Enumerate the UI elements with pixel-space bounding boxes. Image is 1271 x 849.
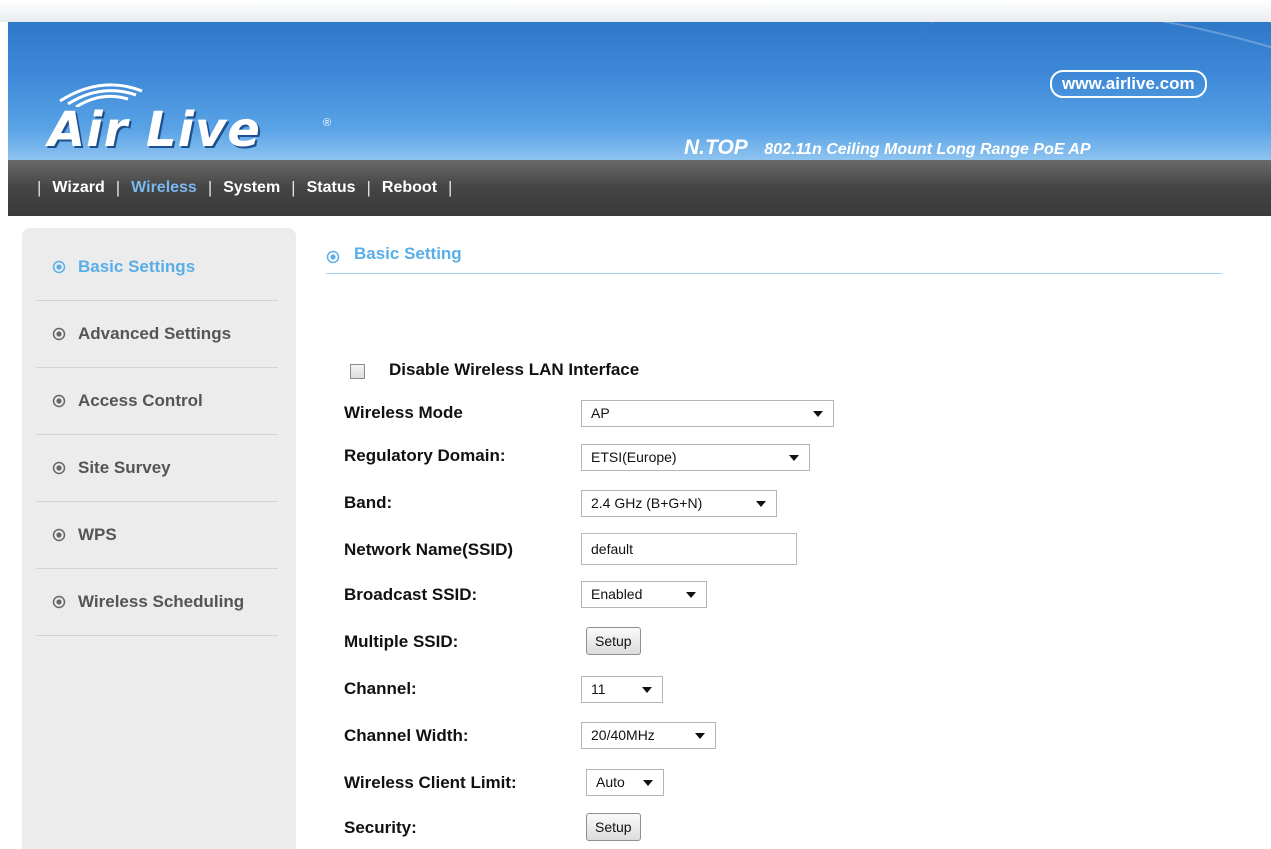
wireless-mode-label: Wireless Mode: [344, 403, 463, 422]
broadcast-ssid-value: Enabled: [591, 586, 643, 602]
regulatory-domain-value: ETSI(Europe): [591, 449, 677, 465]
disable-wlan-label: Disable Wireless LAN Interface: [389, 360, 640, 379]
wireless-mode-value: AP: [591, 405, 610, 421]
top-strip: [0, 0, 1271, 22]
sidebar-item-access-control[interactable]: Access Control: [36, 368, 278, 435]
airlive-logo: Air Live: [48, 102, 261, 158]
regulatory-domain-label: Regulatory Domain:: [344, 446, 506, 465]
security-label: Security:: [344, 818, 417, 837]
nav-item-system[interactable]: System: [223, 179, 280, 197]
broadcast-ssid-label: Broadcast SSID:: [344, 585, 478, 604]
radio-bullet-icon: [326, 250, 340, 264]
security-setup-button[interactable]: Setup: [586, 813, 641, 841]
radio-bullet-icon: [52, 327, 66, 341]
main-nav: | Wizard | Wireless | System | Status | …: [8, 160, 1271, 216]
sidebar: Basic Settings Advanced Settings Access …: [22, 228, 296, 849]
nav-separator: |: [448, 178, 453, 197]
chevron-down-icon: [789, 455, 799, 461]
band-select[interactable]: 2.4 GHz (B+G+N): [581, 490, 777, 517]
channel-label: Channel:: [344, 679, 417, 698]
sidebar-item-label: Site Survey: [78, 458, 171, 477]
radio-bullet-icon: [52, 394, 66, 408]
sidebar-item-label: Advanced Settings: [78, 324, 232, 343]
sidebar-item-wireless-scheduling[interactable]: Wireless Scheduling: [36, 569, 278, 636]
nav-separator: |: [366, 178, 371, 197]
channel-select[interactable]: 11: [581, 676, 663, 703]
chevron-down-icon: [686, 592, 696, 598]
nav-separator: |: [291, 178, 296, 197]
broadcast-ssid-select[interactable]: Enabled: [581, 581, 707, 608]
chevron-down-icon: [695, 733, 705, 739]
nav-separator: |: [37, 178, 42, 197]
header-banner: Air Live ® www.airlive.com N.TOP 802.11n…: [8, 22, 1271, 160]
disable-wlan-checkbox[interactable]: [350, 364, 365, 379]
website-link[interactable]: www.airlive.com: [1050, 70, 1207, 98]
multiple-ssid-label: Multiple SSID:: [344, 632, 459, 651]
chevron-down-icon: [813, 411, 823, 417]
client-limit-label: Wireless Client Limit:: [344, 773, 517, 792]
band-label: Band:: [344, 493, 393, 512]
ssid-label: Network Name(SSID): [344, 540, 514, 559]
registered-mark: ®: [323, 117, 332, 129]
client-limit-select[interactable]: Auto: [586, 769, 664, 796]
nav-separator: |: [207, 178, 213, 197]
chevron-down-icon: [642, 687, 652, 693]
page-title: Basic Setting: [354, 244, 462, 263]
chevron-down-icon: [756, 501, 766, 507]
wireless-mode-select[interactable]: AP: [581, 400, 834, 427]
nav-item-wireless[interactable]: Wireless: [131, 179, 197, 197]
sidebar-item-label: WPS: [78, 525, 117, 544]
product-model: N.TOP: [684, 136, 748, 159]
sidebar-item-label: Access Control: [78, 391, 203, 410]
channel-width-label: Channel Width:: [344, 726, 469, 745]
channel-width-select[interactable]: 20/40MHz: [581, 722, 716, 749]
sidebar-item-basic-settings[interactable]: Basic Settings: [36, 234, 278, 301]
radio-bullet-icon: [52, 528, 66, 542]
section-heading: Basic Setting: [326, 244, 1222, 274]
radio-bullet-icon: [52, 595, 66, 609]
sidebar-item-wps[interactable]: WPS: [36, 502, 278, 569]
nav-item-reboot[interactable]: Reboot: [382, 179, 437, 197]
channel-value: 11: [591, 681, 606, 697]
sidebar-item-label: Wireless Scheduling: [78, 592, 245, 611]
nav-item-status[interactable]: Status: [307, 179, 356, 197]
sidebar-item-label: Basic Settings: [78, 257, 196, 276]
sidebar-item-advanced-settings[interactable]: Advanced Settings: [36, 301, 278, 368]
multiple-ssid-setup-button[interactable]: Setup: [586, 627, 641, 655]
client-limit-value: Auto: [596, 774, 625, 790]
channel-width-value: 20/40MHz: [591, 727, 655, 743]
regulatory-domain-select[interactable]: ETSI(Europe): [581, 444, 810, 471]
radio-bullet-icon: [52, 461, 66, 475]
product-title: N.TOP 802.11n Ceiling Mount Long Range P…: [684, 136, 1091, 160]
ssid-input[interactable]: default: [581, 533, 797, 565]
sidebar-item-site-survey[interactable]: Site Survey: [36, 435, 278, 502]
band-value: 2.4 GHz (B+G+N): [591, 495, 703, 511]
nav-separator: |: [115, 178, 121, 197]
nav-item-wizard[interactable]: Wizard: [52, 179, 104, 197]
radio-bullet-icon: [52, 260, 66, 274]
chevron-down-icon: [643, 780, 653, 786]
product-description: 802.11n Ceiling Mount Long Range PoE AP: [764, 141, 1091, 158]
